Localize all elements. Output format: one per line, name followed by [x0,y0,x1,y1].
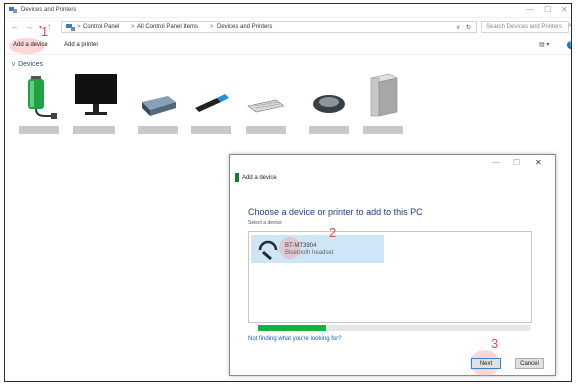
device-monitor[interactable] [73,72,119,134]
minimize-button[interactable]: — [526,5,534,14]
headset-icon [258,240,278,261]
command-bar: Add a device Add a printer ▤ ▾ ? [5,38,571,55]
address-bar-row: ← → ▾ ↑ > Control Panel > All Control Pa… [5,21,571,35]
window-title: Devices and Printers [21,7,77,13]
device-usb-drive[interactable] [191,72,231,134]
device-label [309,126,349,134]
breadcrumb-separator: > [131,24,135,30]
close-button[interactable]: ✕ [561,5,568,14]
devices-icon [9,7,17,13]
add-device-button[interactable]: Add a device [13,42,48,48]
device-list[interactable]: BT-MT3904 Bluetooth headset [248,231,532,323]
device-type: Bluetooth headset [285,250,334,256]
dialog-title: Add a device [242,175,277,181]
dialog-minimize-button[interactable]: — [492,158,500,167]
address-box[interactable]: > Control Panel > All Control Panel Item… [61,21,477,33]
view-options-icon[interactable]: ▤ ▾ [539,41,549,48]
device-label [73,126,115,134]
usb-drive-icon [195,94,229,112]
device-label [246,126,286,134]
maximize-button[interactable]: ☐ [544,5,551,14]
devices-and-printers-window: Devices and Printers — ☐ ✕ ← → ▾ ↑ > Con… [4,3,572,382]
step-marker-2: 2 [329,225,337,240]
device-name: BT-MT3904 [285,243,317,249]
step-marker-1: 1 [41,24,49,39]
battery-icon [28,76,57,119]
device-hub[interactable] [138,72,178,134]
refresh-icon[interactable]: ↻ [466,24,471,31]
device-computer[interactable] [363,72,403,134]
dialog-subheading: Select a device [248,220,282,226]
monitor-icon [75,74,117,115]
dialog-heading: Choose a device or printer to add to thi… [248,207,423,217]
step-marker-3: 3 [491,336,499,351]
add-printer-button[interactable]: Add a printer [64,42,98,48]
breadcrumb-control-panel[interactable]: Control Panel [83,24,119,30]
network-device-icon [142,96,176,116]
breadcrumb-separator: > [210,24,214,30]
forward-arrow-icon[interactable]: → [25,22,33,31]
device-keyboard[interactable] [246,72,286,134]
devices-group-header[interactable]: ∨ Devices [11,60,43,68]
cancel-button[interactable]: Cancel [515,358,544,369]
progress-fill [258,325,326,331]
mouse-icon [313,95,345,113]
device-mouse[interactable] [309,72,349,134]
device-label [19,126,59,134]
device-label [191,126,231,134]
add-device-icon [235,173,239,182]
chevron-down-icon[interactable]: ∨ [456,24,460,31]
dialog-close-button[interactable]: ✕ [535,158,542,167]
device-label [138,126,178,134]
control-panel-icon [66,24,75,31]
devices-group-label: Devices [18,61,43,68]
computer-tower-icon [370,73,398,117]
search-input[interactable]: Search Devices and Printers [481,21,569,33]
device-label [363,126,403,134]
breadcrumb-separator: > [77,24,81,30]
dialog-maximize-button[interactable]: ☐ [513,158,520,167]
help-icon[interactable]: ? [567,41,571,49]
back-arrow-icon[interactable]: ← [11,22,19,31]
search-progress-bar [258,325,530,331]
search-placeholder: Search Devices and Printers [486,24,563,30]
keyboard-icon [247,99,285,113]
title-bar: Devices and Printers — ☐ ✕ [5,4,571,18]
device-battery[interactable] [19,72,59,134]
breadcrumb-devices-and-printers[interactable]: Devices and Printers [217,24,272,30]
breadcrumb-all-items[interactable]: All Control Panel Items [137,24,198,30]
search-icon[interactable]: ⌕ [568,22,571,30]
list-item[interactable]: BT-MT3904 Bluetooth headset [251,235,384,263]
add-device-dialog: — ☐ ✕ Add a device Choose a device or pr… [229,154,556,376]
next-button[interactable]: Next [471,358,501,369]
not-finding-link[interactable]: Not finding what you're looking for? [248,336,342,342]
